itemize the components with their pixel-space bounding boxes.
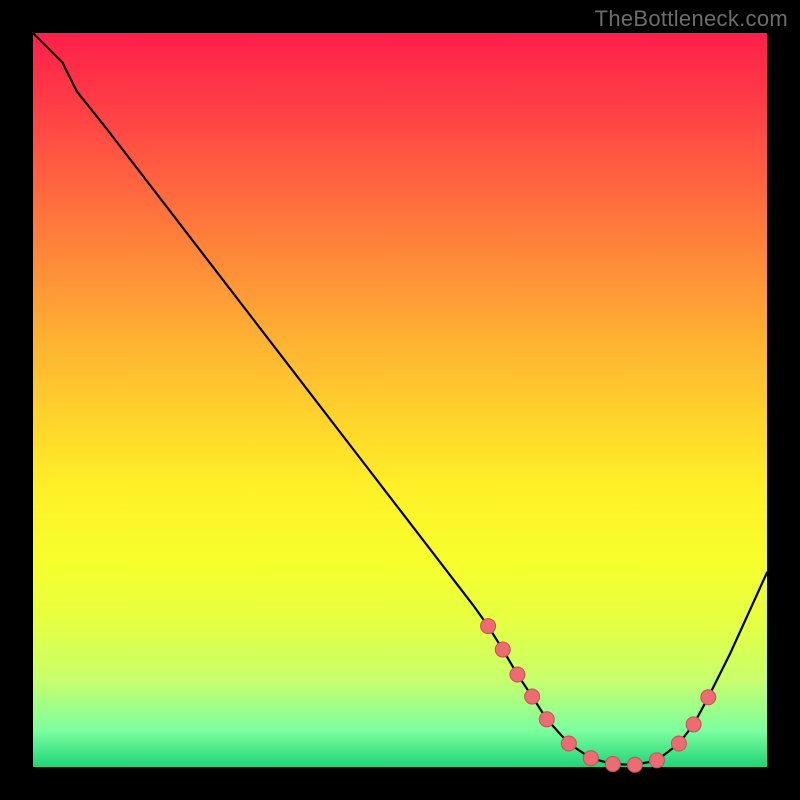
marker-group bbox=[481, 619, 716, 773]
highlight-marker bbox=[671, 736, 686, 751]
highlight-marker bbox=[583, 751, 598, 766]
highlight-marker bbox=[525, 689, 540, 704]
highlight-marker bbox=[627, 757, 642, 772]
highlight-marker bbox=[686, 717, 701, 732]
highlight-marker bbox=[481, 619, 496, 634]
highlight-marker bbox=[649, 753, 664, 768]
bottleneck-curve bbox=[33, 33, 767, 765]
highlight-marker bbox=[495, 642, 510, 657]
highlight-marker bbox=[510, 667, 525, 682]
highlight-marker bbox=[539, 712, 554, 727]
plot-area bbox=[33, 33, 767, 767]
watermark-text: TheBottleneck.com bbox=[595, 6, 788, 32]
highlight-marker bbox=[561, 736, 576, 751]
curve-svg bbox=[33, 33, 767, 767]
chart-frame: TheBottleneck.com bbox=[0, 0, 800, 800]
highlight-marker bbox=[701, 690, 716, 705]
highlight-marker bbox=[605, 757, 620, 772]
